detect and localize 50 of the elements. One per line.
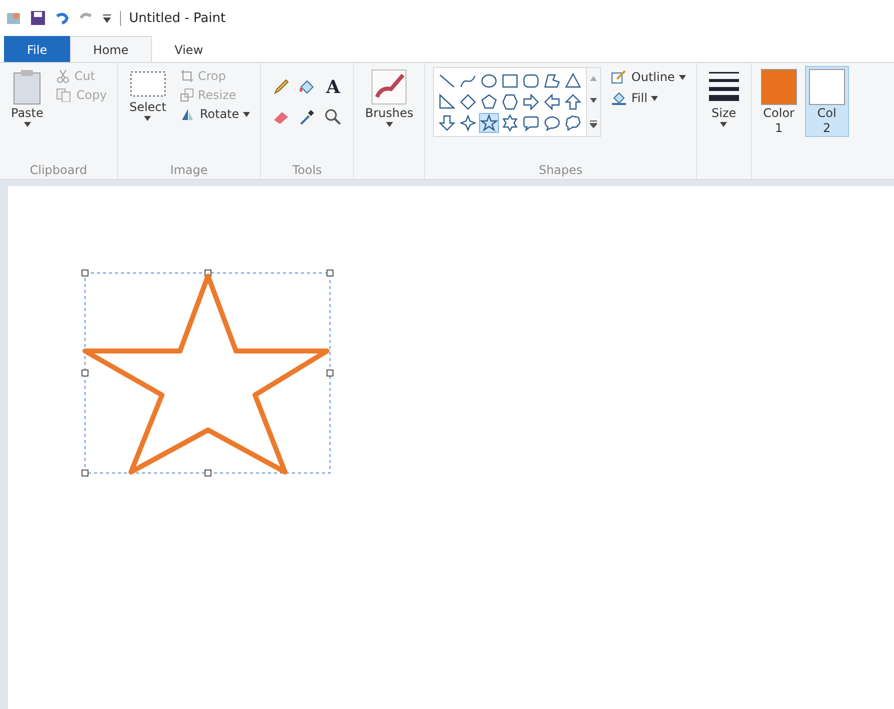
fill-button[interactable]: Fill (609, 88, 688, 108)
size-button[interactable]: Size (704, 67, 743, 129)
caret-icon (651, 96, 658, 100)
paint-app-icon[interactable] (6, 10, 22, 26)
hexagon-shape-tool[interactable] (500, 92, 520, 112)
scissors-icon (56, 69, 70, 83)
select-button[interactable]: Select (126, 67, 170, 123)
selection-icon (128, 69, 167, 99)
right-arrow-shape-tool[interactable] (521, 92, 542, 112)
rotate-button[interactable]: Rotate (178, 105, 252, 123)
caret-icon (678, 74, 686, 80)
color-slot-button[interactable]: Col 2 (806, 67, 848, 136)
outline-button[interactable]: Outline (609, 67, 688, 87)
rotate-icon (180, 107, 196, 121)
save-icon[interactable] (30, 10, 46, 26)
up-arrow-shape-tool[interactable] (563, 92, 584, 112)
caret-icon (386, 122, 393, 127)
paste-button[interactable]: Paste (8, 67, 46, 129)
copy-icon (56, 88, 72, 102)
brushes-button[interactable]: Brushes (362, 67, 416, 129)
fill-bucket-icon (611, 90, 628, 106)
group-label: Clipboard (28, 163, 88, 177)
window-title: Untitled - Paint (120, 10, 226, 26)
crop-icon (180, 69, 194, 83)
caret-icon (720, 122, 728, 127)
group-label: Tools (291, 163, 323, 177)
scroll-down-icon[interactable] (590, 98, 598, 103)
text-tool[interactable]: A (321, 75, 346, 99)
expand-gallery-icon[interactable] (590, 120, 598, 128)
four-point-star-shape-tool[interactable] (458, 113, 478, 133)
caret-icon (24, 122, 31, 127)
group-label: Shapes (538, 163, 584, 177)
clipboard-icon (12, 69, 42, 105)
six-point-star-shape-tool[interactable] (500, 113, 520, 133)
group-label: Image (169, 163, 209, 177)
down-arrow-shape-tool[interactable] (437, 113, 458, 133)
outline-pencil-icon (611, 69, 628, 85)
undo-icon[interactable] (54, 10, 70, 26)
caret-icon (243, 112, 250, 116)
color-slot-button[interactable]: Color 1 (758, 67, 800, 136)
customize-caret-icon[interactable] (102, 13, 112, 23)
left-arrow-shape-tool[interactable] (542, 92, 562, 112)
cloud-callout-shape-tool[interactable] (563, 113, 584, 133)
file-menu-tab[interactable]: File (4, 36, 70, 62)
diamond-shape-tool[interactable] (458, 92, 478, 112)
ribbon-tab[interactable]: Home (70, 36, 152, 62)
brush-icon (371, 69, 408, 105)
caret-icon (144, 116, 152, 121)
five-point-star-shape-tool[interactable] (479, 113, 500, 133)
resize-icon (180, 88, 194, 102)
